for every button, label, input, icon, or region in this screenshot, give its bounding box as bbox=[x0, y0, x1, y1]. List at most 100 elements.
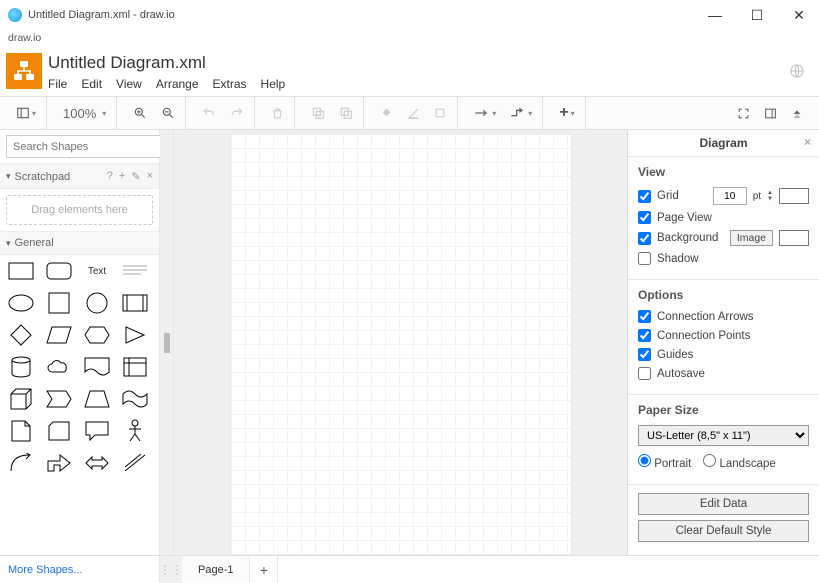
redo-button[interactable] bbox=[226, 104, 248, 122]
page-tab-1[interactable]: Page-1 bbox=[182, 556, 250, 583]
search-input[interactable] bbox=[6, 135, 161, 158]
collapse-expand-button[interactable] bbox=[787, 105, 807, 121]
toolbar: ▾ 100%▾ ▾ ▾ +▾ bbox=[0, 96, 819, 130]
shape-diamond[interactable] bbox=[8, 325, 34, 345]
conn-arrows-checkbox[interactable] bbox=[638, 310, 651, 323]
canvas-page[interactable] bbox=[231, 134, 571, 554]
zoom-out-button[interactable] bbox=[157, 104, 179, 122]
grid-size-input[interactable] bbox=[713, 187, 747, 205]
autosave-checkbox[interactable] bbox=[638, 367, 651, 380]
shapes-panel: ▾Scratchpad ?+✎× Drag elements here ▾Gen… bbox=[0, 130, 160, 555]
shape-internal-storage[interactable] bbox=[122, 357, 148, 377]
delete-button[interactable] bbox=[267, 105, 288, 122]
shape-rounded-rectangle[interactable] bbox=[46, 261, 72, 281]
line-color-button[interactable] bbox=[403, 105, 424, 122]
shape-card[interactable] bbox=[46, 421, 72, 441]
fullscreen-button[interactable] bbox=[733, 105, 754, 122]
papersize-heading: Paper Size bbox=[638, 403, 809, 417]
shadow-button[interactable] bbox=[430, 105, 451, 122]
scratchpad-edit-icon[interactable]: ✎ bbox=[131, 170, 140, 183]
undo-button[interactable] bbox=[198, 104, 220, 122]
background-image-button[interactable]: Image bbox=[730, 230, 773, 246]
zoom-in-button[interactable] bbox=[129, 104, 151, 122]
fill-color-button[interactable] bbox=[376, 105, 397, 122]
shape-note[interactable] bbox=[8, 421, 34, 441]
shape-tape[interactable] bbox=[122, 389, 148, 409]
background-color-swatch[interactable] bbox=[779, 230, 809, 246]
shape-text[interactable]: Text bbox=[84, 261, 110, 281]
scratchpad-dropzone[interactable]: Drag elements here bbox=[6, 195, 153, 225]
minimize-button[interactable]: — bbox=[703, 7, 727, 24]
insert-button[interactable]: +▾ bbox=[555, 102, 578, 124]
shape-callout[interactable] bbox=[84, 421, 110, 441]
clear-style-button[interactable]: Clear Default Style bbox=[638, 520, 809, 542]
shape-actor[interactable] bbox=[122, 421, 148, 441]
format-panel-button[interactable] bbox=[760, 105, 781, 122]
more-shapes-link[interactable]: More Shapes... bbox=[0, 556, 160, 583]
grid-checkbox[interactable] bbox=[638, 190, 651, 203]
portrait-radio[interactable] bbox=[638, 454, 651, 467]
shape-curve-arrow[interactable] bbox=[8, 453, 34, 473]
scratchpad-help-icon[interactable]: ? bbox=[107, 170, 113, 183]
conn-points-checkbox[interactable] bbox=[638, 329, 651, 342]
scratchpad-header[interactable]: ▾Scratchpad ?+✎× bbox=[0, 164, 159, 189]
shape-line[interactable] bbox=[122, 453, 148, 473]
shape-circle[interactable] bbox=[84, 293, 110, 313]
shape-ellipse[interactable] bbox=[8, 293, 34, 313]
shadow-checkbox[interactable] bbox=[638, 252, 651, 265]
menubar: File Edit View Arrange Extras Help bbox=[48, 75, 285, 91]
waypoints-button[interactable]: ▾ bbox=[506, 105, 536, 121]
shape-textbox[interactable] bbox=[122, 261, 148, 281]
shape-hexagon[interactable] bbox=[84, 325, 110, 345]
window-titlebar: Untitled Diagram.xml - draw.io — ☐ ✕ bbox=[0, 0, 819, 30]
shape-rectangle[interactable] bbox=[8, 261, 34, 281]
general-header[interactable]: ▾General bbox=[0, 231, 159, 255]
app-logo bbox=[6, 53, 42, 89]
papersize-select[interactable]: US-Letter (8,5" x 11") bbox=[638, 425, 809, 446]
menu-extras[interactable]: Extras bbox=[213, 77, 247, 91]
footer: More Shapes... ⋮⋮ Page-1 + bbox=[0, 555, 819, 583]
menu-edit[interactable]: Edit bbox=[81, 77, 102, 91]
shape-step[interactable] bbox=[46, 389, 72, 409]
left-splitter[interactable] bbox=[160, 130, 174, 555]
globe-icon[interactable] bbox=[789, 63, 805, 79]
background-checkbox[interactable] bbox=[638, 232, 651, 245]
scratchpad-close-icon[interactable]: × bbox=[147, 170, 153, 183]
add-page-button[interactable]: + bbox=[250, 556, 278, 583]
shape-parallelogram[interactable] bbox=[46, 325, 72, 345]
canvas[interactable] bbox=[174, 130, 627, 555]
format-panel-close[interactable]: × bbox=[804, 135, 811, 149]
menu-help[interactable]: Help bbox=[261, 77, 286, 91]
shape-cylinder[interactable] bbox=[8, 357, 34, 377]
options-heading: Options bbox=[638, 288, 809, 302]
shape-cube[interactable] bbox=[8, 389, 34, 409]
grid-stepper[interactable]: ▲▼ bbox=[767, 190, 773, 202]
shape-process[interactable] bbox=[122, 293, 148, 313]
sidebar-toggle-button[interactable]: ▾ bbox=[12, 104, 40, 122]
scratchpad-add-icon[interactable]: + bbox=[119, 170, 125, 183]
maximize-button[interactable]: ☐ bbox=[745, 7, 769, 24]
menu-file[interactable]: File bbox=[48, 77, 67, 91]
shape-block-arrow[interactable] bbox=[46, 453, 72, 473]
grid-color-swatch[interactable] bbox=[779, 188, 809, 204]
document-title[interactable]: Untitled Diagram.xml bbox=[48, 51, 285, 75]
shape-triangle[interactable] bbox=[122, 325, 148, 345]
edit-data-button[interactable]: Edit Data bbox=[638, 493, 809, 515]
shape-document[interactable] bbox=[84, 357, 110, 377]
shape-double-arrow[interactable] bbox=[84, 453, 110, 473]
guides-checkbox[interactable] bbox=[638, 348, 651, 361]
to-back-button[interactable] bbox=[335, 104, 357, 122]
shape-trapezoid[interactable] bbox=[84, 389, 110, 409]
menu-arrange[interactable]: Arrange bbox=[156, 77, 199, 91]
pageview-checkbox[interactable] bbox=[638, 211, 651, 224]
close-button[interactable]: ✕ bbox=[787, 7, 811, 24]
app-menu-label[interactable]: draw.io bbox=[0, 30, 819, 46]
menu-view[interactable]: View bbox=[116, 77, 142, 91]
shape-square[interactable] bbox=[46, 293, 72, 313]
landscape-radio[interactable] bbox=[703, 454, 716, 467]
to-front-button[interactable] bbox=[307, 104, 329, 122]
page-tabs-drag-icon[interactable]: ⋮⋮ bbox=[160, 556, 182, 583]
shape-cloud[interactable] bbox=[46, 357, 72, 377]
zoom-level[interactable]: 100%▾ bbox=[59, 104, 110, 123]
connection-button[interactable]: ▾ bbox=[470, 105, 500, 121]
